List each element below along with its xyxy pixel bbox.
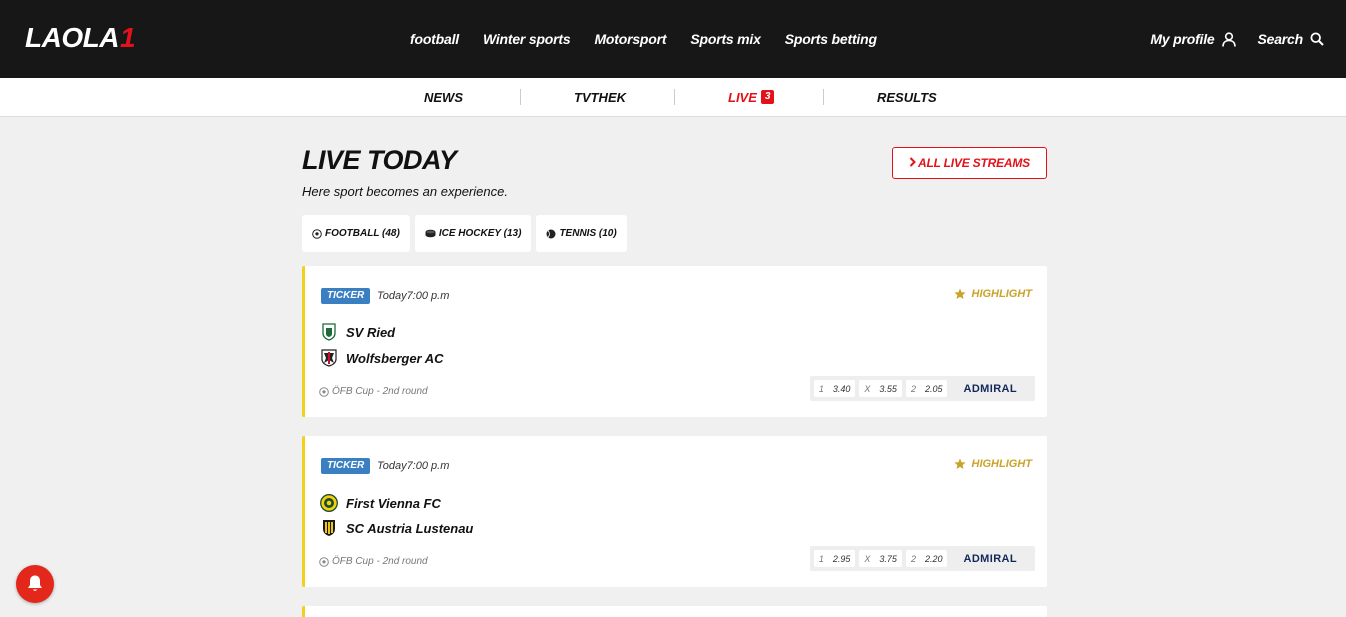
user-icon (1221, 31, 1236, 47)
sv-ried-crest-icon (320, 323, 338, 341)
competition-label: ÖFB Cup - 2nd round (319, 556, 428, 567)
star-icon (953, 288, 966, 299)
match-time: Today7:00 p.m (377, 290, 450, 302)
betting-odds: 1 3.40 X 3.55 2 2.05 ADMIRAL (809, 376, 1035, 401)
notification-bell-button[interactable] (16, 565, 54, 603)
first-vienna-crest-icon (320, 494, 338, 512)
home-team: First Vienna FC (320, 494, 441, 512)
tennis-ball-icon (546, 229, 556, 239)
ticker-badge: TICKER (321, 288, 371, 304)
nav-football[interactable]: football (410, 31, 459, 47)
hockey-puck-icon (425, 229, 436, 238)
search-link[interactable]: Search (1258, 31, 1325, 47)
odd-draw[interactable]: X 3.75 (859, 550, 902, 567)
all-live-streams-button[interactable]: ALL LIVE STREAMS (892, 147, 1047, 179)
divider (823, 89, 824, 105)
search-icon (1310, 32, 1324, 46)
soccer-ball-icon (319, 386, 329, 397)
soccer-ball-icon (319, 556, 329, 567)
filter-tennis[interactable]: TENNIS (10) (536, 215, 627, 252)
odd-draw[interactable]: X 3.55 (859, 380, 902, 397)
soccer-ball-icon (312, 228, 322, 239)
main-nav: football Winter sports Motorsport Sports… (398, 0, 889, 78)
nav-motorsport[interactable]: Motorsport (594, 31, 666, 47)
match-card[interactable]: TICKER Today7:00 p.m HIGHLIGHT First Vie… (302, 436, 1047, 587)
match-time: Today7:00 p.m (377, 460, 450, 472)
page-title: LIVE TODAY (302, 145, 457, 175)
home-team: SV Ried (320, 323, 395, 341)
nav-winter-sports[interactable]: Winter sports (483, 31, 571, 47)
sub-nav: NEWS TVTHEK LIVE 3 RESULTS (0, 78, 1346, 117)
tab-results[interactable]: RESULTS (877, 78, 937, 116)
filter-ice-hockey[interactable]: ICE HOCKEY (13) (414, 215, 532, 252)
divider (520, 89, 521, 105)
competition-label: ÖFB Cup - 2nd round (319, 386, 428, 397)
tab-tvthek[interactable]: TVTHEK (574, 78, 626, 116)
page-subtitle: Here sport becomes an experience. (302, 184, 508, 199)
filter-football[interactable]: FOOTBALL (48) (302, 215, 410, 252)
top-bar: LAOLA 1 football Winter sports Motorsport… (0, 0, 1346, 78)
wolfsberger-ac-crest-icon (320, 349, 338, 367)
chevron-right-icon (909, 156, 916, 170)
nav-sports-mix[interactable]: Sports mix (690, 31, 761, 47)
live-count-badge: 3 (760, 90, 775, 104)
odd-home[interactable]: 1 3.40 (813, 380, 856, 397)
match-card[interactable] (302, 606, 1047, 617)
nav-sports-betting[interactable]: Sports betting (785, 31, 877, 47)
admiral-logo[interactable]: ADMIRAL (963, 553, 1017, 565)
away-team: SC Austria Lustenau (320, 519, 473, 537)
laola1-logo[interactable]: LAOLA 1 (25, 22, 136, 54)
odd-away[interactable]: 2 2.05 (905, 380, 948, 397)
match-card[interactable]: TICKER Today7:00 p.m HIGHLIGHT SV Ried W… (302, 266, 1047, 417)
sport-filters: FOOTBALL (48) ICE HOCKEY (13) TENNIS (10… (302, 215, 627, 252)
admiral-logo[interactable]: ADMIRAL (963, 383, 1017, 395)
star-icon (953, 458, 966, 469)
odd-home[interactable]: 1 2.95 (813, 550, 856, 567)
odd-away[interactable]: 2 2.20 (905, 550, 948, 567)
highlight-label: HIGHLIGHT (953, 458, 1032, 470)
tab-news[interactable]: NEWS (424, 78, 463, 116)
betting-odds: 1 2.95 X 3.75 2 2.20 ADMIRAL (809, 546, 1035, 571)
bell-icon (28, 575, 42, 591)
header-actions: My profile Search (1128, 0, 1324, 78)
my-profile-link[interactable]: My profile (1150, 31, 1236, 47)
ticker-badge: TICKER (321, 458, 371, 474)
highlight-label: HIGHLIGHT (953, 288, 1032, 300)
tab-live[interactable]: LIVE 3 (728, 78, 775, 116)
austria-lustenau-crest-icon (320, 519, 338, 537)
away-team: Wolfsberger AC (320, 349, 444, 367)
divider (674, 89, 675, 105)
